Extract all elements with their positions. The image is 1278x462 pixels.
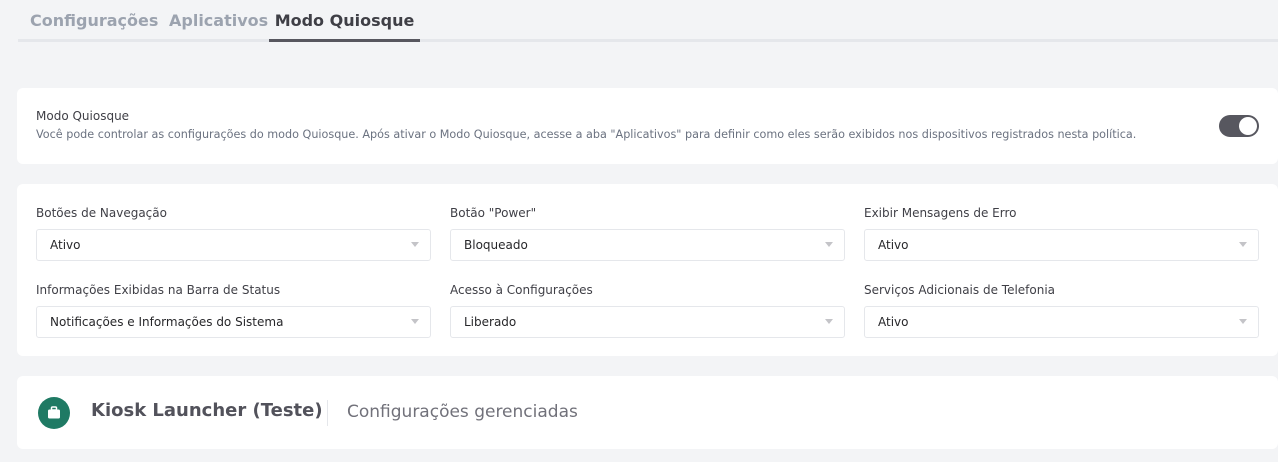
field-label: Serviços Adicionais de Telefonia — [864, 283, 1056, 297]
tab-bar: Configurações Aplicativos Modo Quiosque — [18, 0, 1278, 42]
select-value: Liberado — [464, 315, 517, 329]
caret-down-icon — [825, 319, 833, 324]
kiosk-mode-description: Você pode controlar as configurações do … — [36, 128, 1137, 141]
tab-modo-quiosque[interactable]: Modo Quiosque — [269, 0, 420, 42]
field-label: Acesso à Configurações — [450, 283, 593, 297]
launcher-subtitle: Configurações gerenciadas — [347, 402, 578, 422]
field-label: Exibir Mensagens de Erro — [864, 206, 1017, 220]
kiosk-launcher-card[interactable]: Kiosk Launcher (Teste) Configurações ger… — [17, 376, 1278, 449]
tab-aplicativos[interactable]: Aplicativos — [169, 0, 268, 42]
status-bar-info-select[interactable]: Notificações e Informações do Sistema — [36, 306, 431, 338]
caret-down-icon — [1239, 319, 1247, 324]
briefcase-icon — [38, 397, 70, 429]
kiosk-mode-toggle[interactable] — [1219, 115, 1259, 137]
select-value: Bloqueado — [464, 238, 528, 252]
toggle-knob — [1239, 117, 1257, 135]
select-value: Ativo — [878, 315, 909, 329]
select-value: Ativo — [50, 238, 81, 252]
caret-down-icon — [1239, 242, 1247, 247]
settings-access-select[interactable]: Liberado — [450, 306, 845, 338]
field-label: Botões de Navegação — [36, 206, 167, 220]
select-value: Ativo — [878, 238, 909, 252]
telephony-services-select[interactable]: Ativo — [864, 306, 1259, 338]
kiosk-mode-title: Modo Quiosque — [36, 109, 130, 123]
kiosk-options-card: Botões de Navegação Ativo Botão "Power" … — [17, 184, 1278, 356]
tab-configuracoes[interactable]: Configurações — [30, 0, 158, 42]
navigation-buttons-select[interactable]: Ativo — [36, 229, 431, 261]
caret-down-icon — [411, 319, 419, 324]
error-messages-select[interactable]: Ativo — [864, 229, 1259, 261]
caret-down-icon — [825, 242, 833, 247]
caret-down-icon — [411, 242, 419, 247]
divider — [327, 400, 328, 426]
launcher-title: Kiosk Launcher (Teste) — [91, 400, 323, 421]
field-label: Informações Exibidas na Barra de Status — [36, 283, 281, 297]
field-label: Botão "Power" — [450, 206, 537, 220]
kiosk-mode-card: Modo Quiosque Você pode controlar as con… — [17, 88, 1278, 164]
select-value: Notificações e Informações do Sistema — [50, 315, 284, 329]
power-button-select[interactable]: Bloqueado — [450, 229, 845, 261]
